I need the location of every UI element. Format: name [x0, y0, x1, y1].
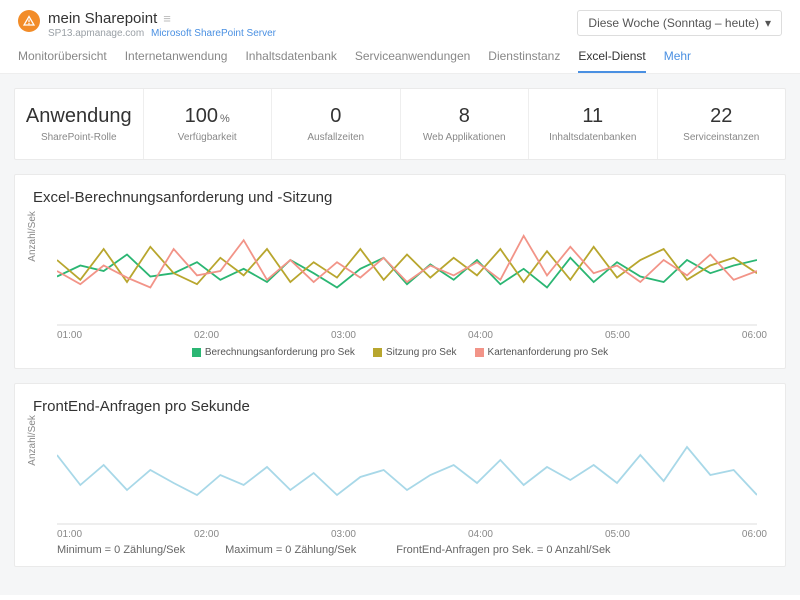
chart-area: Anzahl/Sek 01:0002:0003:0004:0005:0006:0… [33, 216, 767, 358]
metric-label: Ausfallzeiten [280, 132, 392, 143]
x-tick: 02:00 [194, 330, 219, 341]
subdomain-text: SP13.apmanage.com [48, 28, 144, 39]
metric-value: 0 [280, 105, 392, 128]
chart-area: Anzahl/Sek 01:0002:0003:0004:0005:0006:0… [33, 425, 767, 556]
metric-ausfallzeiten: 0 Ausfallzeiten [272, 89, 401, 159]
menu-icon[interactable]: ≡ [163, 11, 171, 26]
chart-frontend-req: FrontEnd-Anfragen pro Sekunde Anzahl/Sek… [14, 383, 786, 567]
chart-legend: Berechnungsanforderung pro Sek Sitzung pr… [33, 347, 767, 358]
metrics-card: Anwendung SharePoint-Rolle 100% Verfügbarke… [14, 88, 786, 160]
legend-swatch [373, 348, 382, 357]
time-range-label: Diese Woche (Sonntag – heute) [588, 16, 759, 30]
legend-item: Berechnungsanforderung pro Sek [192, 347, 355, 358]
series-line [57, 447, 757, 495]
tab-serviceanwendungen[interactable]: Serviceanwendungen [355, 49, 470, 73]
x-tick: 05:00 [605, 529, 630, 540]
metric-serviceinstanzen: 22 Serviceinstanzen [658, 89, 786, 159]
tab-inhaltsdatenbank[interactable]: Inhaltsdatenbank [245, 49, 336, 73]
footnote-avg: FrontEnd-Anfragen pro Sek. = 0 Anzahl/Se… [396, 544, 610, 556]
metric-label: Web Applikationen [409, 132, 521, 143]
metric-label: Verfügbarkeit [152, 132, 264, 143]
chart-plot [57, 216, 767, 326]
metric-value: 11 [537, 105, 649, 128]
x-tick: 03:00 [331, 529, 356, 540]
metric-value: 8 [409, 105, 521, 128]
chart-plot [57, 425, 767, 525]
x-tick: 01:00 [57, 529, 82, 540]
subtitle: SP13.apmanage.com Microsoft SharePoint S… [48, 28, 276, 39]
header-left: mein Sharepoint ≡ SP13.apmanage.com Micr… [18, 10, 577, 39]
x-tick: 06:00 [742, 529, 767, 540]
footnote-max: Maximum = 0 Zählung/Sek [225, 544, 356, 556]
header: mein Sharepoint ≡ SP13.apmanage.com Micr… [0, 0, 800, 39]
chart-svg [57, 425, 757, 525]
metric-value: 100% [152, 105, 264, 128]
chart-title: Excel-Berechnungsanforderung und -Sitzun… [33, 189, 767, 206]
y-axis-label: Anzahl/Sek [27, 211, 38, 262]
chart-excel-calc: Excel-Berechnungsanforderung und -Sitzun… [14, 174, 786, 369]
legend-swatch [192, 348, 201, 357]
alert-icon [18, 10, 40, 32]
chevron-down-icon: ▾ [765, 16, 771, 30]
tab-monitor-bersicht[interactable]: Monitorübersicht [18, 49, 107, 73]
metric-label: SharePoint-Rolle [23, 132, 135, 143]
tab-excel-dienst[interactable]: Excel-Dienst [578, 49, 645, 73]
footnote-min: Minimum = 0 Zählung/Sek [57, 544, 185, 556]
x-axis-labels: 01:00 02:00 03:00 04:00 05:00 06:00 [57, 529, 767, 540]
x-tick: 04:00 [468, 529, 493, 540]
chart-svg [57, 216, 757, 326]
metric-label: Inhaltsdatenbanken [537, 132, 649, 143]
server-link[interactable]: Microsoft SharePoint Server [151, 28, 276, 39]
x-tick: 05:00 [605, 330, 630, 341]
legend-swatch [475, 348, 484, 357]
tab-more[interactable]: Mehr [664, 49, 691, 73]
chart-footnote: Minimum = 0 Zählung/Sek Maximum = 0 Zähl… [57, 544, 767, 556]
title-block: mein Sharepoint ≡ SP13.apmanage.com Micr… [48, 10, 276, 39]
tab-internetanwendung[interactable]: Internetanwendung [125, 49, 228, 73]
metric-unit: % [220, 113, 230, 125]
chart-title: FrontEnd-Anfragen pro Sekunde [33, 398, 767, 415]
legend-item: Kartenanforderung pro Sek [475, 347, 609, 358]
x-tick: 03:00 [331, 330, 356, 341]
metric-web-applikationen: 8 Web Applikationen [401, 89, 530, 159]
x-tick: 02:00 [194, 529, 219, 540]
content-body: Anwendung SharePoint-Rolle 100% Verfügbarke… [0, 74, 800, 595]
metric-verf-gbarkeit: 100% Verfügbarkeit [144, 89, 273, 159]
metric-inhaltsdatenbanken: 11 Inhaltsdatenbanken [529, 89, 658, 159]
x-axis-labels: 01:00 02:00 03:00 04:00 05:00 06:00 [57, 330, 767, 341]
x-tick: 06:00 [742, 330, 767, 341]
x-tick: 04:00 [468, 330, 493, 341]
title-row: mein Sharepoint ≡ [48, 10, 276, 27]
page-title: mein Sharepoint [48, 10, 157, 27]
metric-label: Serviceinstanzen [666, 132, 778, 143]
tab-dienstinstanz[interactable]: Dienstinstanz [488, 49, 560, 73]
metric-value: 22 [666, 105, 778, 128]
y-axis-label: Anzahl/Sek [27, 415, 38, 466]
metric-value: Anwendung [23, 105, 135, 128]
time-range-selector[interactable]: Diese Woche (Sonntag – heute) ▾ [577, 10, 782, 36]
legend-item: Sitzung pro Sek [373, 347, 457, 358]
metric-sharepoint-rolle: Anwendung SharePoint-Rolle [15, 89, 144, 159]
x-tick: 01:00 [57, 330, 82, 341]
tabs: Monitorübersicht Internetanwendung Inhalts… [0, 39, 800, 74]
